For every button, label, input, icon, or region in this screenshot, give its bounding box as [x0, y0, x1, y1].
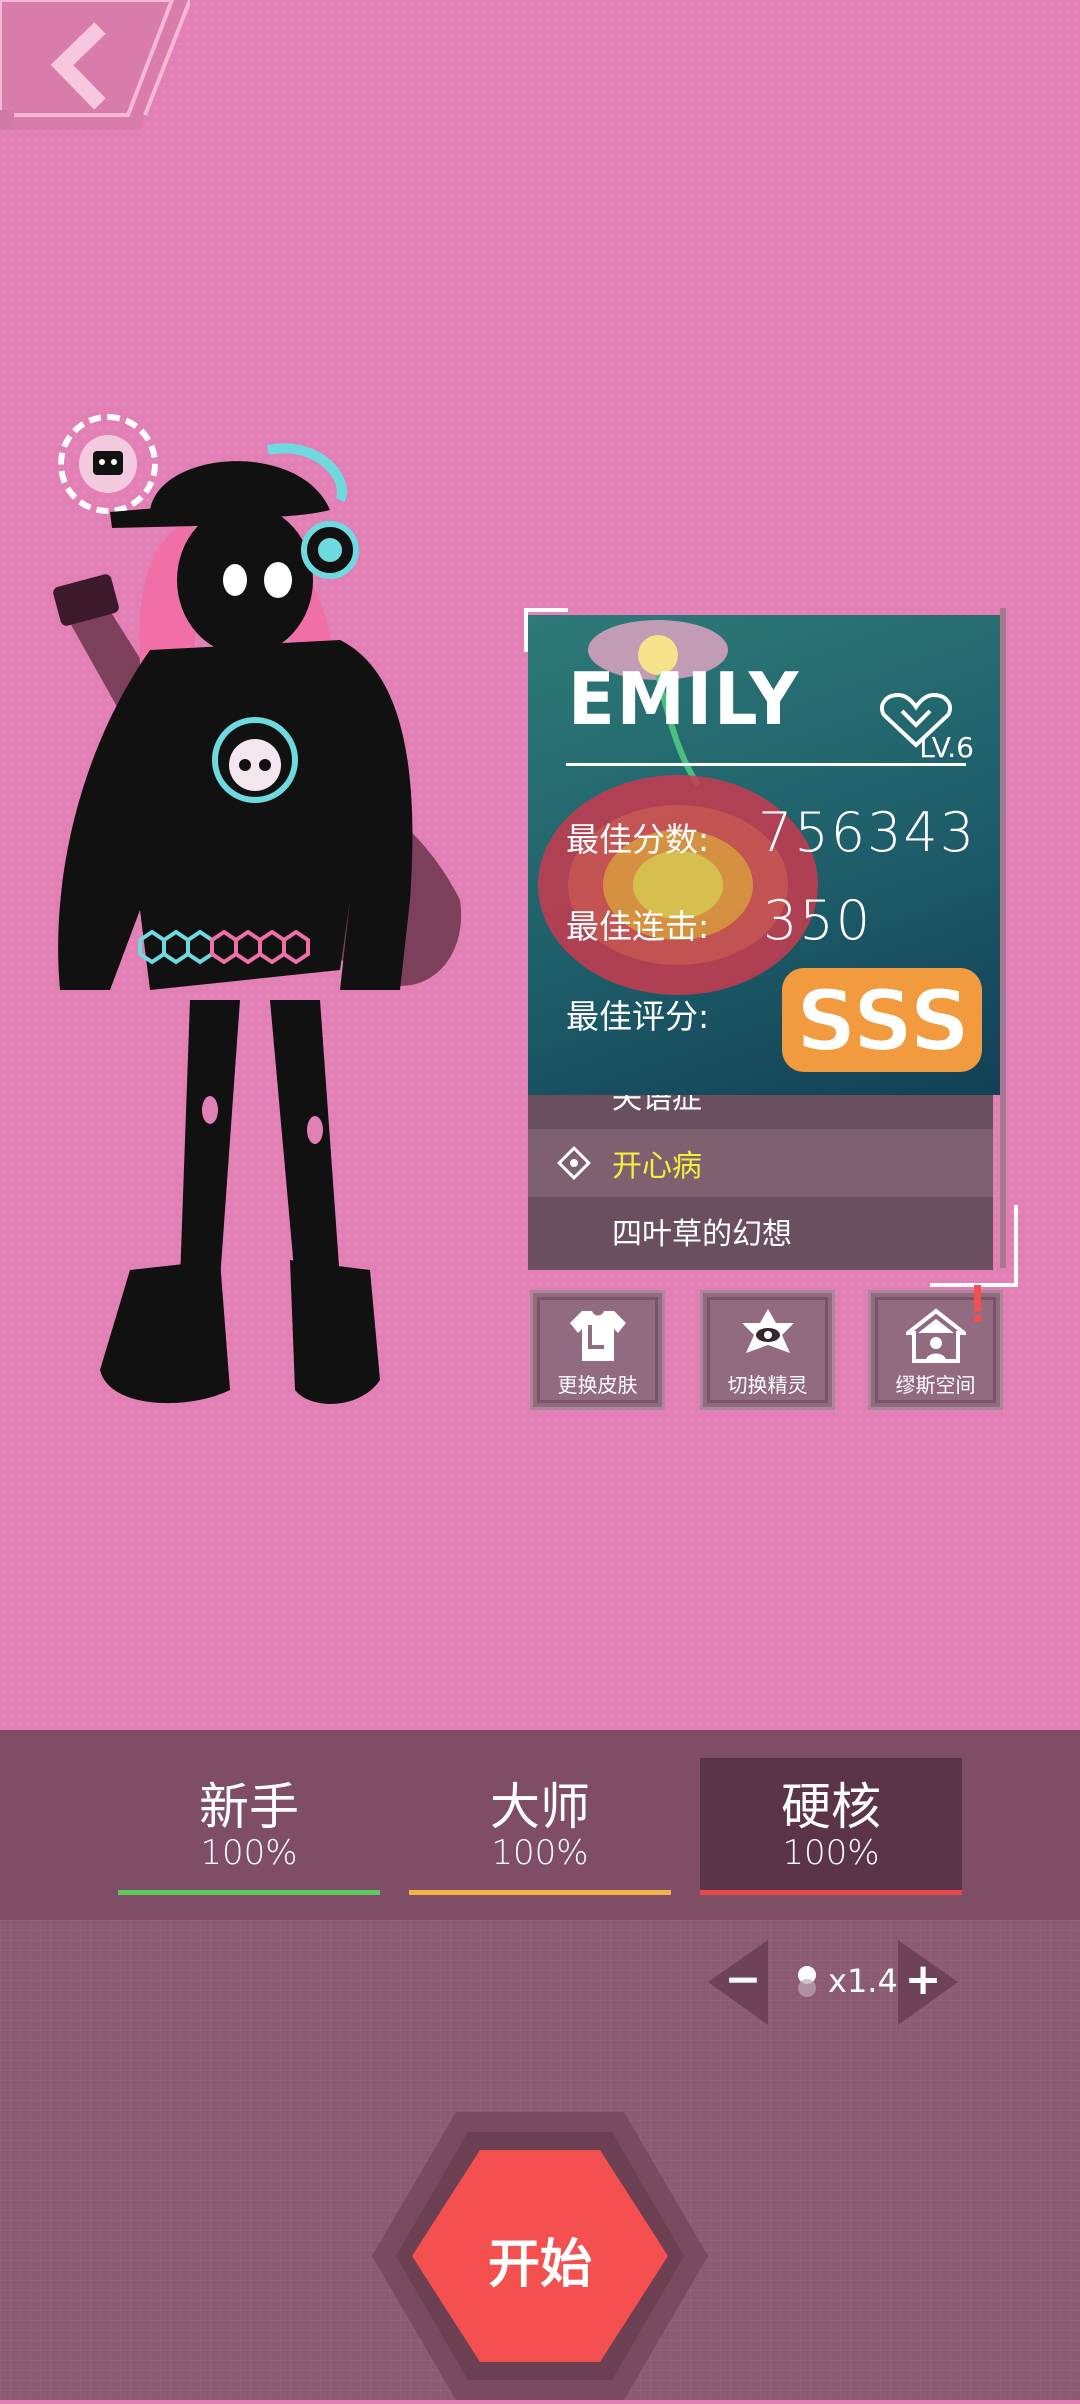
card-corner-top-left: [524, 608, 568, 652]
difficulty-bar-easy: [118, 1890, 380, 1895]
best-combo-value: 350: [763, 889, 873, 952]
difficulty-percent: 100%: [200, 1833, 298, 1873]
song-item-selected[interactable]: 开心病: [528, 1129, 993, 1197]
back-button[interactable]: [0, 0, 192, 250]
change-skin-label: 更换皮肤: [557, 1373, 638, 1397]
speed-control: − x1.4 +: [708, 1940, 958, 2025]
song-item[interactable]: 失语症: [528, 1095, 993, 1129]
switch-sprite-label: 切换精灵: [727, 1373, 808, 1397]
name-divider: [566, 763, 966, 766]
speed-decrease-button[interactable]: −: [708, 1940, 778, 2025]
song-item[interactable]: 四叶草的幻想: [528, 1197, 993, 1265]
change-skin-button[interactable]: 更换皮肤: [530, 1290, 665, 1410]
difficulty-bar-hardcore: [700, 1890, 962, 1895]
song-title: 四叶草的幻想: [612, 1217, 792, 1252]
muse-space-label: 缪斯空间: [895, 1373, 976, 1397]
speed-increase-button[interactable]: +: [888, 1940, 958, 2025]
note-icon: [798, 1966, 816, 1997]
rank-badge: SSS: [782, 968, 982, 1072]
rank-text: SSS: [796, 972, 970, 1070]
difficulty-tab-master[interactable]: 大师 100%: [409, 1758, 671, 1890]
difficulty-tab-easy[interactable]: 新手 100%: [118, 1758, 380, 1890]
difficulty-percent: 100%: [491, 1833, 589, 1873]
switch-sprite-button[interactable]: 切换精灵: [700, 1290, 835, 1410]
best-combo-label: 最佳连击:: [566, 907, 710, 946]
start-label: 开始: [487, 2235, 592, 2295]
song-list[interactable]: 失语症 开心病 四叶草的幻想: [528, 1095, 993, 1270]
best-score-label: 最佳分数:: [566, 820, 710, 859]
notification-icon: [974, 1285, 981, 1322]
chevron-left-icon: [0, 0, 192, 250]
muse-space-button[interactable]: 缪斯空间: [868, 1290, 1003, 1410]
best-score-value: 756343: [758, 801, 977, 864]
eye-star-icon: [741, 1309, 794, 1353]
difficulty-bar-master: [409, 1890, 671, 1895]
card-edge: [1000, 608, 1006, 1268]
character-level: LV.6: [919, 731, 974, 764]
song-title: 开心病: [612, 1149, 702, 1184]
plus-icon: +: [904, 1954, 942, 2005]
minus-icon: −: [724, 1954, 762, 2005]
shirt-icon: [569, 1311, 626, 1361]
best-rank-label: 最佳评分:: [566, 997, 710, 1036]
difficulty-name: 新手: [199, 1778, 299, 1836]
character-name: EMILY: [568, 657, 801, 741]
difficulty-name: 硬核: [781, 1778, 881, 1836]
difficulty-tab-hardcore[interactable]: 硬核 100%: [700, 1758, 962, 1890]
start-button[interactable]: 开始: [372, 2112, 708, 2400]
character-silhouette: [53, 443, 462, 1404]
house-icon: [905, 1308, 966, 1363]
difficulty-name: 大师: [490, 1778, 590, 1836]
selected-diamond-icon: [557, 1146, 591, 1180]
character-info-card: EMILY LV.6 最佳分数: 756343 最佳连击: 350 最佳评分: …: [528, 615, 1004, 1095]
song-title: 失语症: [612, 1095, 702, 1116]
difficulty-percent: 100%: [782, 1833, 880, 1873]
